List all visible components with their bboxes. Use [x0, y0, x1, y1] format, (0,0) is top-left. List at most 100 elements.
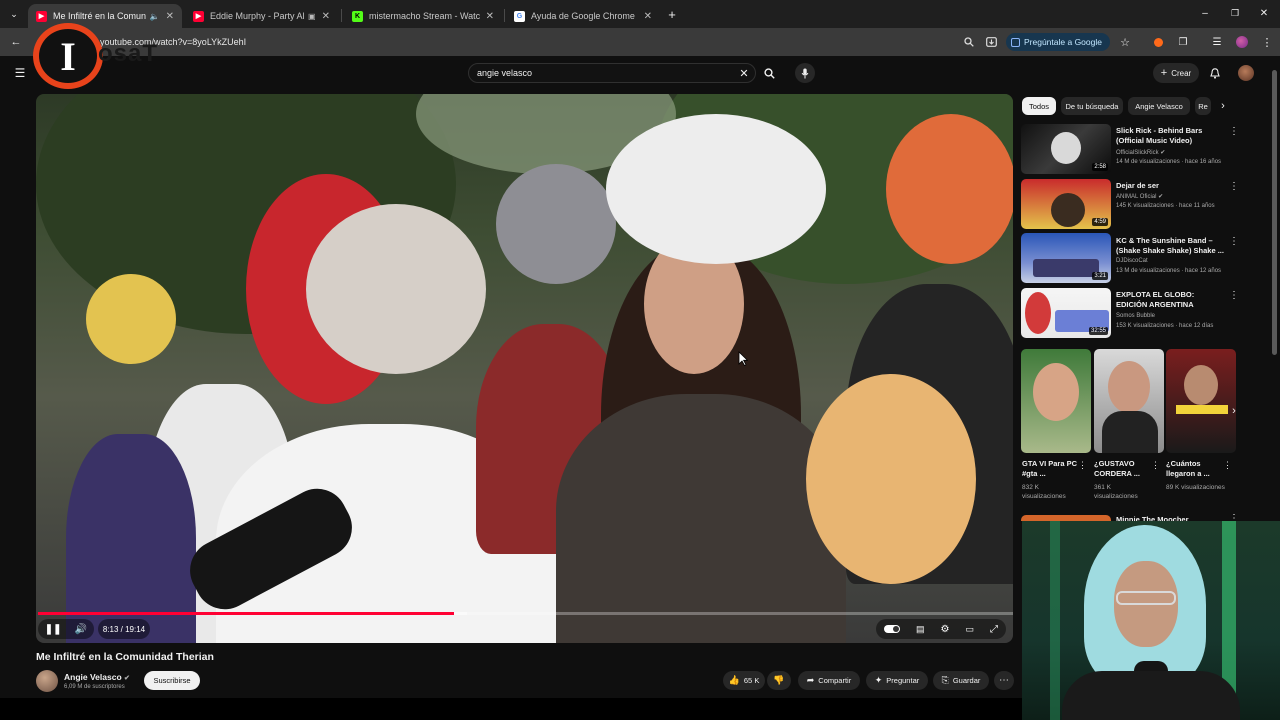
- rec-duration: 4:59: [1092, 218, 1108, 226]
- share-button[interactable]: ➦ Compartir: [798, 671, 860, 690]
- voice-search-button[interactable]: [795, 63, 815, 83]
- save-label: Guardar: [952, 676, 981, 685]
- rec-thumbnail[interactable]: 2:58: [1021, 124, 1111, 174]
- search-input[interactable]: angie velasco: [468, 63, 756, 83]
- chips-next-chevron-icon[interactable]: ›: [1215, 98, 1231, 114]
- close-icon[interactable]: ✕: [322, 11, 330, 22]
- channel-name[interactable]: Angie Velasco ✔: [64, 672, 130, 682]
- theater-mode-icon[interactable]: ▭: [965, 624, 974, 635]
- webcam-glasses: [1116, 591, 1176, 605]
- account-avatar[interactable]: [1238, 65, 1254, 81]
- tab-title: Ayuda de Google Chrome: [531, 11, 635, 21]
- tab-1[interactable]: ▶ Eddie Murphy - Party All th ▣ ✕: [185, 4, 338, 28]
- back-arrow-icon[interactable]: ←: [8, 34, 24, 50]
- rec-menu-icon[interactable]: ⋮: [1229, 126, 1239, 137]
- close-icon[interactable]: ✕: [486, 11, 494, 22]
- short-thumbnail[interactable]: [1166, 349, 1236, 453]
- time-display: 8:13 / 19:14: [98, 619, 150, 639]
- short-views: 832 K visualizaciones: [1022, 484, 1066, 500]
- rec-meta: 153 K visualizaciones · hace 12 días: [1116, 323, 1214, 329]
- hamburger-menu-icon[interactable]: ☰: [12, 65, 28, 81]
- rec-duration: 32:55: [1088, 327, 1108, 335]
- shorts-next-chevron-icon[interactable]: ›: [1227, 404, 1241, 418]
- dislike-button[interactable]: 👎: [767, 671, 791, 690]
- subtitles-icon[interactable]: ▤: [916, 624, 925, 635]
- short-title[interactable]: ¿GUSTAVO CORDERA ...: [1094, 459, 1154, 479]
- tab-3[interactable]: G Ayuda de Google Chrome ✕: [506, 4, 660, 28]
- rec-title[interactable]: EXPLOTA EL GLOBO: EDICIÓN ARGENTINA: [1116, 290, 1226, 309]
- volume-icon[interactable]: 🔊: [75, 624, 87, 635]
- tab-2[interactable]: K mistermacho Stream - Watch Li ✕: [344, 4, 502, 28]
- cast-icon: ▣: [308, 11, 316, 21]
- ask-google-button[interactable]: Pregúntale a Google: [1006, 33, 1110, 51]
- short-menu-icon[interactable]: ⋮: [1223, 460, 1232, 471]
- rec-title[interactable]: Slick Rick - Behind Bars (Official Music…: [1116, 126, 1226, 145]
- search-icon[interactable]: [761, 65, 777, 81]
- new-tab-icon[interactable]: +: [664, 6, 680, 22]
- autoplay-toggle-icon[interactable]: [884, 625, 900, 633]
- streamer-webcam: [1022, 521, 1280, 720]
- video-scene-mask: [86, 274, 176, 364]
- youtube-icon: ▶: [193, 10, 204, 22]
- tab-0[interactable]: ▶ Me Infiltré en la Comunidad 🔈 ✕: [28, 4, 182, 28]
- subscriber-count: 6,09 M de suscriptores: [64, 684, 125, 690]
- short-thumbnail[interactable]: [1021, 349, 1091, 453]
- short-menu-icon[interactable]: ⋮: [1151, 460, 1160, 471]
- fullscreen-icon[interactable]: ⤢: [990, 624, 998, 635]
- rec-thumbnail[interactable]: 32:55: [1021, 288, 1111, 338]
- create-label: Crear: [1171, 68, 1192, 78]
- rec-thumbnail[interactable]: 3:21: [1021, 233, 1111, 283]
- tab-title: Me Infiltré en la Comunidad: [53, 11, 146, 21]
- browser-menu-icon[interactable]: ⋮: [1259, 34, 1275, 50]
- rec-menu-icon[interactable]: ⋮: [1229, 236, 1239, 247]
- verified-badge-icon: ✔: [1160, 150, 1166, 156]
- save-button[interactable]: ⎘ Guardar: [933, 671, 989, 690]
- notifications-bell-icon[interactable]: [1207, 65, 1223, 81]
- thumbs-down-icon: 👎: [773, 675, 785, 685]
- webcam-body: [1062, 671, 1240, 720]
- close-icon[interactable]: ✕: [644, 11, 652, 22]
- close-icon[interactable]: ✕: [166, 11, 174, 22]
- rec-thumbnail[interactable]: 4:59: [1021, 179, 1111, 229]
- video-player[interactable]: [36, 94, 1013, 643]
- tab-search-chevron-icon[interactable]: ⌄: [6, 6, 22, 22]
- profile-avatar-icon[interactable]: [1234, 34, 1250, 50]
- address-bar[interactable]: youtube.com/watch?v=8yoLYkZUehI: [100, 33, 1000, 51]
- create-button[interactable]: + Crear: [1153, 63, 1199, 83]
- bookmark-star-icon[interactable]: ☆: [1117, 34, 1133, 50]
- settings-gear-icon[interactable]: ⚙: [941, 624, 950, 635]
- speaker-icon[interactable]: 🔈: [150, 12, 160, 21]
- google-icon: G: [514, 10, 525, 22]
- restore-icon[interactable]: ❐: [1226, 5, 1244, 21]
- minimize-icon[interactable]: –: [1196, 5, 1214, 21]
- more-actions-button[interactable]: ⋯: [994, 671, 1014, 690]
- short-thumbnail[interactable]: [1094, 349, 1164, 453]
- subscribe-button[interactable]: Suscribirse: [144, 671, 200, 690]
- ask-google-label: Pregúntale a Google: [1024, 37, 1102, 47]
- chip-de-tu-busqueda[interactable]: De tu búsqueda: [1061, 97, 1123, 115]
- sidebar-scrollbar[interactable]: [1272, 70, 1277, 355]
- tab-separator: [341, 9, 342, 22]
- rec-title[interactable]: Dejar de ser: [1116, 181, 1226, 191]
- chip-angie-velasco[interactable]: Angie Velasco: [1128, 97, 1190, 115]
- verified-badge-icon: ✔: [1158, 194, 1164, 200]
- like-button[interactable]: 👍 65 K: [723, 671, 765, 690]
- progress-bar[interactable]: [38, 612, 1013, 615]
- window-close-icon[interactable]: ✕: [1255, 5, 1273, 21]
- extension-orange-icon[interactable]: [1150, 34, 1166, 50]
- rec-menu-icon[interactable]: ⋮: [1229, 181, 1239, 192]
- chip-todos[interactable]: Todos: [1022, 97, 1056, 115]
- pause-icon[interactable]: ❚❚: [45, 624, 62, 635]
- rec-title[interactable]: KC & The Sunshine Band – (Shake Shake Sh…: [1116, 236, 1226, 255]
- clear-search-icon[interactable]: ✕: [736, 65, 752, 81]
- extensions-puzzle-icon[interactable]: ❐: [1175, 34, 1191, 50]
- verified-badge-icon: ✔: [124, 675, 130, 682]
- rec-menu-icon[interactable]: ⋮: [1229, 290, 1239, 301]
- ask-button[interactable]: ✦ Preguntar: [866, 671, 928, 690]
- media-controls-icon[interactable]: ☰: [1209, 34, 1225, 50]
- short-menu-icon[interactable]: ⋮: [1078, 460, 1087, 471]
- channel-avatar[interactable]: [36, 670, 58, 692]
- short-title[interactable]: ¿Cuántos llegaron a ...: [1166, 459, 1226, 479]
- chip-related[interactable]: Re: [1195, 97, 1211, 115]
- short-title[interactable]: GTA VI Para PC #gta ...: [1022, 459, 1082, 479]
